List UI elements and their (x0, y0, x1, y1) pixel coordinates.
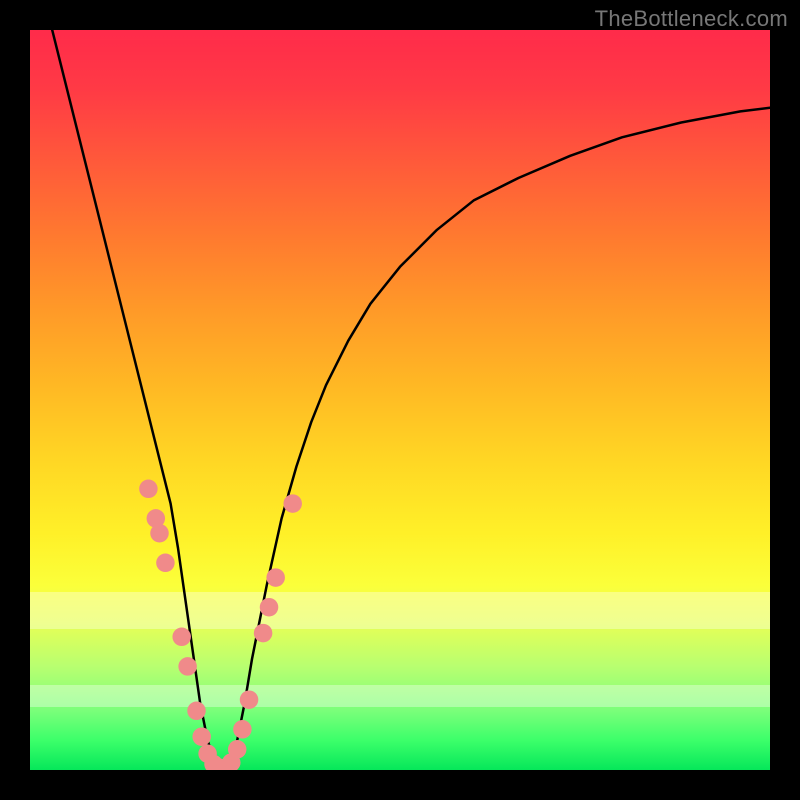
data-marker (266, 568, 285, 587)
data-marker (172, 628, 191, 647)
data-marker (233, 720, 252, 739)
data-marker (192, 727, 211, 746)
data-marker (254, 624, 273, 643)
data-marker (260, 598, 279, 617)
plot-area (30, 30, 770, 770)
data-marker (150, 524, 169, 543)
watermark-text: TheBottleneck.com (595, 6, 788, 32)
chart-frame: TheBottleneck.com (0, 0, 800, 800)
curve-line (52, 30, 770, 770)
data-marker (139, 480, 158, 499)
data-marker (228, 740, 247, 759)
data-marker (240, 690, 258, 709)
data-marker (283, 494, 302, 512)
marker-group (139, 480, 302, 770)
data-marker (187, 702, 206, 721)
data-marker (156, 554, 175, 573)
data-marker (178, 657, 197, 676)
chart-svg (30, 30, 770, 770)
